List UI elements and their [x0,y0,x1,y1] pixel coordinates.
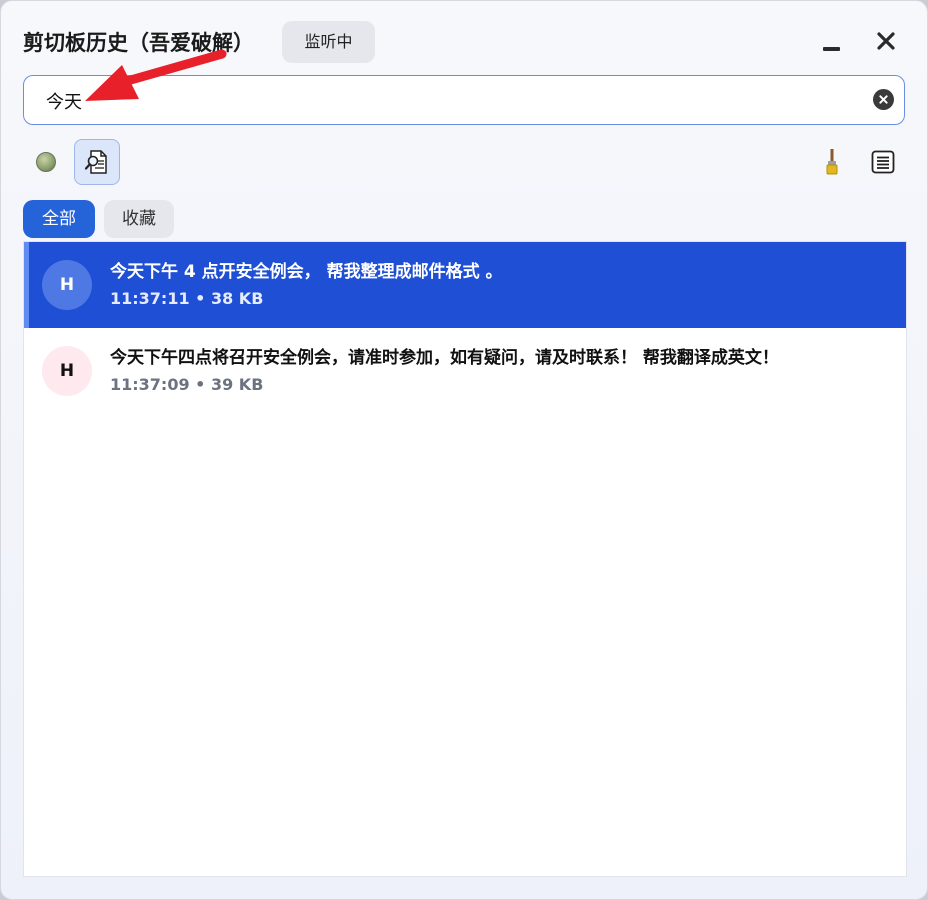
clipboard-list[interactable]: H 今天下午 4 点开安全例会， 帮我整理成邮件格式 。 11:37:11 • … [23,241,907,877]
clear-history-button[interactable] [809,139,855,185]
item-meta: 11:37:09 • 39 KB [110,375,264,394]
search-input[interactable] [44,76,868,125]
item-text: 今天下午 4 点开安全例会， 帮我整理成邮件格式 。 [110,262,503,282]
tab-all[interactable]: 全部 [23,200,95,238]
brush-icon [826,149,838,175]
list-icon [871,150,895,174]
status-dot-icon [36,152,56,172]
search-mode-button[interactable] [74,139,120,185]
search-document-icon [84,150,107,174]
close-button[interactable] [868,23,904,59]
list-item[interactable]: H 今天下午 4 点开安全例会， 帮我整理成邮件格式 。 11:37:11 • … [24,242,906,328]
item-text: 今天下午四点将召开安全例会，请准时参加，如有疑问，请及时联系！ 帮我翻译成英文！ [110,348,779,368]
search-box[interactable] [23,75,905,125]
clear-icon [879,95,888,104]
list-view-button[interactable] [860,139,906,185]
clear-search-button[interactable] [873,89,894,110]
item-meta: 11:37:11 • 38 KB [110,289,264,308]
minimize-button[interactable] [813,23,849,59]
list-item[interactable]: H 今天下午四点将召开安全例会，请准时参加，如有疑问，请及时联系！ 帮我翻译成英… [24,328,906,414]
avatar: H [42,260,92,310]
listening-status-badge[interactable]: 监听中 [282,21,375,63]
minimize-icon [822,31,840,51]
tab-favorites[interactable]: 收藏 [104,200,174,238]
clipboard-history-window: 剪切板历史（吾爱破解） 监听中 今天 全部 收藏 H 今天下午 4 点开安全例会… [0,0,928,900]
close-icon [877,32,895,50]
window-title: 剪切板历史（吾爱破解） [23,31,254,55]
avatar: H [42,346,92,396]
